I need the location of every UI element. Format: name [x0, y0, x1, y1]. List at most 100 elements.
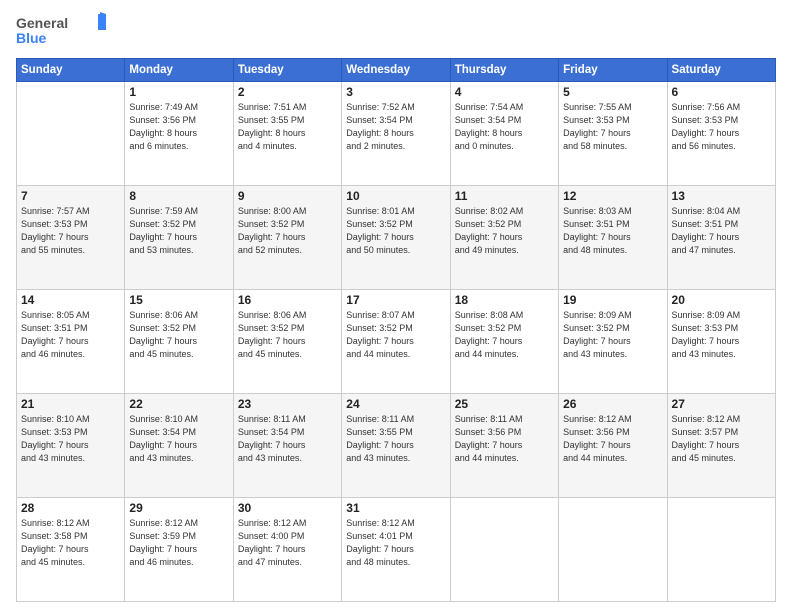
- day-detail: Sunrise: 8:12 AMSunset: 3:57 PMDaylight:…: [672, 413, 771, 465]
- day-detail: Sunrise: 7:59 AMSunset: 3:52 PMDaylight:…: [129, 205, 228, 257]
- day-cell: 30Sunrise: 8:12 AMSunset: 4:00 PMDayligh…: [233, 498, 341, 602]
- weekday-friday: Friday: [559, 59, 667, 82]
- day-number: 19: [563, 293, 662, 307]
- day-number: 31: [346, 501, 445, 515]
- day-number: 27: [672, 397, 771, 411]
- day-number: 3: [346, 85, 445, 99]
- day-cell: 10 Sunrise: 8:01 AMSunset: 3:52 PMDayligh…: [342, 186, 450, 290]
- day-number: 24: [346, 397, 445, 411]
- day-cell: 13 Sunrise: 8:04 AMSunset: 3:51 PMDayligh…: [667, 186, 775, 290]
- day-detail: Sunrise: 8:12 AMSunset: 3:56 PMDaylight:…: [563, 413, 662, 465]
- day-detail: Sunrise: 8:12 AMSunset: 3:58 PMDaylight:…: [21, 517, 120, 569]
- day-number: 6: [672, 85, 771, 99]
- day-cell: 22 Sunrise: 8:10 AMSunset: 3:54 PMDayligh…: [125, 394, 233, 498]
- header: General Blue: [16, 12, 776, 50]
- day-detail: Sunrise: 8:02 AMSunset: 3:52 PMDaylight:…: [455, 205, 554, 257]
- day-detail: Sunrise: 8:07 AMSunset: 3:52 PMDaylight:…: [346, 309, 445, 361]
- day-detail: Sunrise: 8:04 AMSunset: 3:51 PMDaylight:…: [672, 205, 771, 257]
- day-cell: 28 Sunrise: 8:12 AMSunset: 3:58 PMDayligh…: [17, 498, 125, 602]
- day-cell: 18 Sunrise: 8:08 AMSunset: 3:52 PMDayligh…: [450, 290, 558, 394]
- day-cell: [450, 498, 558, 602]
- week-row-1: 7 Sunrise: 7:57 AMSunset: 3:53 PMDaylight…: [17, 186, 776, 290]
- day-cell: 15 Sunrise: 8:06 AMSunset: 3:52 PMDayligh…: [125, 290, 233, 394]
- calendar-page: General Blue SundayMondayTuesdayWednesda…: [0, 0, 792, 612]
- day-cell: 21 Sunrise: 8:10 AMSunset: 3:53 PMDayligh…: [17, 394, 125, 498]
- day-cell: 11 Sunrise: 8:02 AMSunset: 3:52 PMDayligh…: [450, 186, 558, 290]
- day-detail: Sunrise: 7:54 AMSunset: 3:54 PMDaylight:…: [455, 101, 554, 153]
- logo: General Blue: [16, 12, 106, 50]
- day-detail: Sunrise: 8:12 AMSunset: 3:59 PMDaylight:…: [129, 517, 228, 569]
- day-number: 11: [455, 189, 554, 203]
- day-cell: [17, 82, 125, 186]
- day-number: 28: [21, 501, 120, 515]
- day-number: 23: [238, 397, 337, 411]
- day-cell: 27 Sunrise: 8:12 AMSunset: 3:57 PMDayligh…: [667, 394, 775, 498]
- day-detail: Sunrise: 7:57 AMSunset: 3:53 PMDaylight:…: [21, 205, 120, 257]
- svg-text:Blue: Blue: [16, 30, 47, 46]
- day-number: 20: [672, 293, 771, 307]
- weekday-sunday: Sunday: [17, 59, 125, 82]
- day-cell: 4 Sunrise: 7:54 AMSunset: 3:54 PMDaylight…: [450, 82, 558, 186]
- day-number: 5: [563, 85, 662, 99]
- day-number: 4: [455, 85, 554, 99]
- logo-svg: General Blue: [16, 12, 106, 50]
- day-cell: 5 Sunrise: 7:55 AMSunset: 3:53 PMDaylight…: [559, 82, 667, 186]
- day-number: 7: [21, 189, 120, 203]
- weekday-saturday: Saturday: [667, 59, 775, 82]
- day-number: 17: [346, 293, 445, 307]
- day-cell: 31 Sunrise: 8:12 AMSunset: 4:01 PMDayligh…: [342, 498, 450, 602]
- day-cell: 6 Sunrise: 7:56 AMSunset: 3:53 PMDaylight…: [667, 82, 775, 186]
- day-number: 22: [129, 397, 228, 411]
- day-detail: Sunrise: 7:56 AMSunset: 3:53 PMDaylight:…: [672, 101, 771, 153]
- day-cell: 29 Sunrise: 8:12 AMSunset: 3:59 PMDayligh…: [125, 498, 233, 602]
- weekday-header-row: SundayMondayTuesdayWednesdayThursdayFrid…: [17, 59, 776, 82]
- day-detail: Sunrise: 8:06 AMSunset: 3:52 PMDaylight:…: [129, 309, 228, 361]
- day-detail: Sunrise: 8:09 AMSunset: 3:53 PMDaylight:…: [672, 309, 771, 361]
- day-number: 29: [129, 501, 228, 515]
- day-number: 9: [238, 189, 337, 203]
- calendar-table: SundayMondayTuesdayWednesdayThursdayFrid…: [16, 58, 776, 602]
- day-detail: Sunrise: 8:11 AMSunset: 3:55 PMDaylight:…: [346, 413, 445, 465]
- day-cell: 7 Sunrise: 7:57 AMSunset: 3:53 PMDaylight…: [17, 186, 125, 290]
- day-number: 21: [21, 397, 120, 411]
- day-number: 14: [21, 293, 120, 307]
- day-detail: Sunrise: 7:52 AMSunset: 3:54 PMDaylight:…: [346, 101, 445, 153]
- day-detail: Sunrise: 8:03 AMSunset: 3:51 PMDaylight:…: [563, 205, 662, 257]
- weekday-tuesday: Tuesday: [233, 59, 341, 82]
- day-cell: 14 Sunrise: 8:05 AMSunset: 3:51 PMDayligh…: [17, 290, 125, 394]
- day-cell: 8 Sunrise: 7:59 AMSunset: 3:52 PMDaylight…: [125, 186, 233, 290]
- day-cell: 24 Sunrise: 8:11 AMSunset: 3:55 PMDayligh…: [342, 394, 450, 498]
- day-detail: Sunrise: 8:08 AMSunset: 3:52 PMDaylight:…: [455, 309, 554, 361]
- day-cell: 25 Sunrise: 8:11 AMSunset: 3:56 PMDayligh…: [450, 394, 558, 498]
- week-row-2: 14 Sunrise: 8:05 AMSunset: 3:51 PMDayligh…: [17, 290, 776, 394]
- day-cell: 26 Sunrise: 8:12 AMSunset: 3:56 PMDayligh…: [559, 394, 667, 498]
- day-detail: Sunrise: 8:10 AMSunset: 3:53 PMDaylight:…: [21, 413, 120, 465]
- day-detail: Sunrise: 8:09 AMSunset: 3:52 PMDaylight:…: [563, 309, 662, 361]
- day-detail: Sunrise: 7:55 AMSunset: 3:53 PMDaylight:…: [563, 101, 662, 153]
- day-number: 13: [672, 189, 771, 203]
- day-cell: 20 Sunrise: 8:09 AMSunset: 3:53 PMDayligh…: [667, 290, 775, 394]
- day-detail: Sunrise: 8:00 AMSunset: 3:52 PMDaylight:…: [238, 205, 337, 257]
- day-detail: Sunrise: 8:12 AMSunset: 4:01 PMDaylight:…: [346, 517, 445, 569]
- weekday-thursday: Thursday: [450, 59, 558, 82]
- day-detail: Sunrise: 8:01 AMSunset: 3:52 PMDaylight:…: [346, 205, 445, 257]
- day-number: 26: [563, 397, 662, 411]
- day-detail: Sunrise: 8:10 AMSunset: 3:54 PMDaylight:…: [129, 413, 228, 465]
- day-number: 15: [129, 293, 228, 307]
- day-cell: 16Sunrise: 8:06 AMSunset: 3:52 PMDayligh…: [233, 290, 341, 394]
- day-number: 25: [455, 397, 554, 411]
- day-number: 2: [238, 85, 337, 99]
- day-detail: Sunrise: 7:51 AMSunset: 3:55 PMDaylight:…: [238, 101, 337, 153]
- day-detail: Sunrise: 8:05 AMSunset: 3:51 PMDaylight:…: [21, 309, 120, 361]
- day-number: 16: [238, 293, 337, 307]
- day-cell: 9 Sunrise: 8:00 AMSunset: 3:52 PMDaylight…: [233, 186, 341, 290]
- day-detail: Sunrise: 8:11 AMSunset: 3:56 PMDaylight:…: [455, 413, 554, 465]
- day-cell: 1Sunrise: 7:49 AMSunset: 3:56 PMDaylight…: [125, 82, 233, 186]
- svg-text:General: General: [16, 15, 68, 31]
- day-number: 18: [455, 293, 554, 307]
- weekday-monday: Monday: [125, 59, 233, 82]
- day-number: 8: [129, 189, 228, 203]
- day-cell: 19 Sunrise: 8:09 AMSunset: 3:52 PMDayligh…: [559, 290, 667, 394]
- day-number: 12: [563, 189, 662, 203]
- day-number: 10: [346, 189, 445, 203]
